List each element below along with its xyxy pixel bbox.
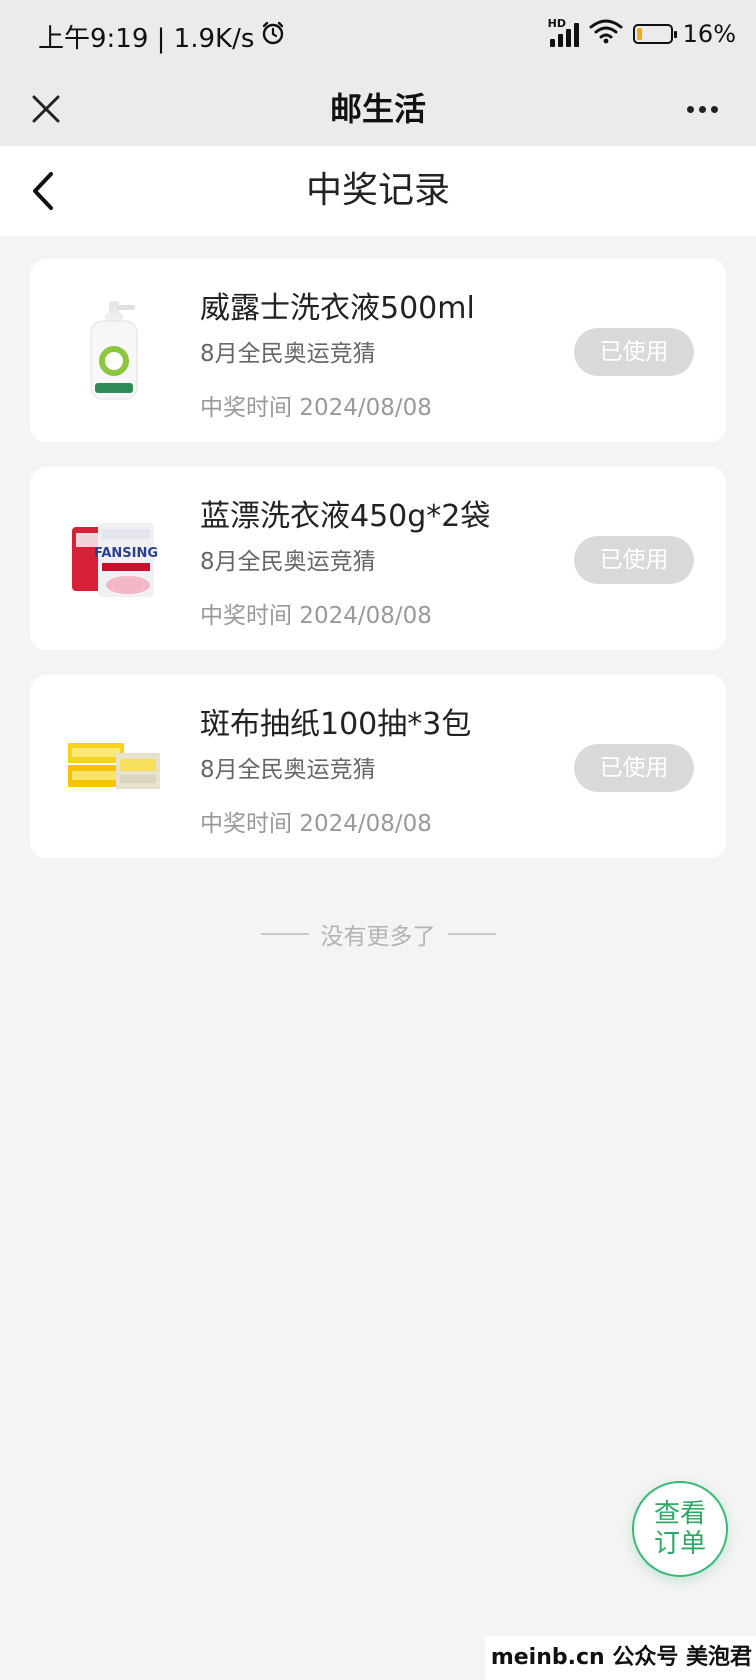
prize-activity: 8月全民奥运竞猜 xyxy=(200,757,376,783)
status-time: 上午9:19 | 1.9K/s xyxy=(38,24,255,54)
close-icon xyxy=(32,95,60,123)
view-orders-label-line2: 订单 xyxy=(653,1529,706,1559)
tissue-pack-image xyxy=(50,705,178,829)
more-options-button[interactable] xyxy=(678,85,726,133)
divider-line xyxy=(260,933,309,935)
prize-time: 中奖时间 2024/08/08 xyxy=(200,811,432,837)
prize-record-list: 威露士洗衣液500ml 8月全民奥运竞猜 中奖时间 2024/08/08 已使用… xyxy=(30,259,726,883)
back-button[interactable] xyxy=(18,166,68,216)
cell-signal-icon: HD xyxy=(548,17,579,47)
page-header: 中奖记录 xyxy=(0,146,756,236)
used-status-button[interactable]: 已使用 xyxy=(574,536,694,584)
laundry-bottle-image xyxy=(50,289,178,413)
prize-activity: 8月全民奥运竞猜 xyxy=(200,549,376,575)
prize-time: 中奖时间 2024/08/08 xyxy=(200,395,432,421)
app-title: 邮生活 xyxy=(329,90,426,128)
no-more-text: 没有更多了 xyxy=(320,924,436,950)
wifi-icon xyxy=(589,18,623,50)
prize-record-card[interactable]: 威露士洗衣液500ml 8月全民奥运竞猜 中奖时间 2024/08/08 已使用 xyxy=(30,259,726,442)
app-header: 邮生活 xyxy=(0,72,756,146)
prize-record-card[interactable]: FANSING 蓝漂洗衣液450g*2袋 8月全民奥运竞猜 中奖时间 2024/… xyxy=(30,467,726,650)
used-status-button[interactable]: 已使用 xyxy=(574,328,694,376)
divider-line xyxy=(447,933,496,935)
battery-level xyxy=(636,28,642,40)
prize-time: 中奖时间 2024/08/08 xyxy=(200,603,432,629)
status-bar: 上午9:19 | 1.9K/s HD 16% xyxy=(0,0,756,72)
prize-title: 蓝漂洗衣液450g*2袋 xyxy=(200,499,491,534)
laundry-pouch-image: FANSING xyxy=(50,497,178,621)
hd-label: HD xyxy=(547,17,566,30)
prize-title: 威露士洗衣液500ml xyxy=(200,291,475,326)
view-orders-label-line1: 查看 xyxy=(653,1499,706,1529)
view-orders-button[interactable]: 查看 订单 xyxy=(632,1481,728,1577)
prize-activity: 8月全民奥运竞猜 xyxy=(200,341,376,367)
close-button[interactable] xyxy=(22,85,70,133)
prize-record-card[interactable]: 斑布抽纸100抽*3包 8月全民奥运竞猜 中奖时间 2024/08/08 已使用 xyxy=(30,675,726,858)
chevron-left-icon xyxy=(33,172,53,210)
more-dot-icon xyxy=(698,105,706,113)
alarm-clock-icon xyxy=(260,20,286,53)
used-status-button[interactable]: 已使用 xyxy=(574,744,694,792)
prize-title: 斑布抽纸100抽*3包 xyxy=(200,707,472,742)
battery-icon xyxy=(632,24,677,44)
status-right: HD 16% xyxy=(548,17,736,50)
watermark-text: meinb.cn 公众号 美泡君 xyxy=(484,1636,756,1680)
svg-text:FANSING: FANSING xyxy=(94,546,158,561)
no-more-indicator: 没有更多了 xyxy=(0,917,756,951)
more-dot-icon xyxy=(686,105,694,113)
page-title: 中奖记录 xyxy=(305,170,450,211)
more-dot-icon xyxy=(710,105,718,113)
status-left: 上午9:19 | 1.9K/s xyxy=(38,18,286,55)
battery-percent: 16% xyxy=(682,20,736,48)
